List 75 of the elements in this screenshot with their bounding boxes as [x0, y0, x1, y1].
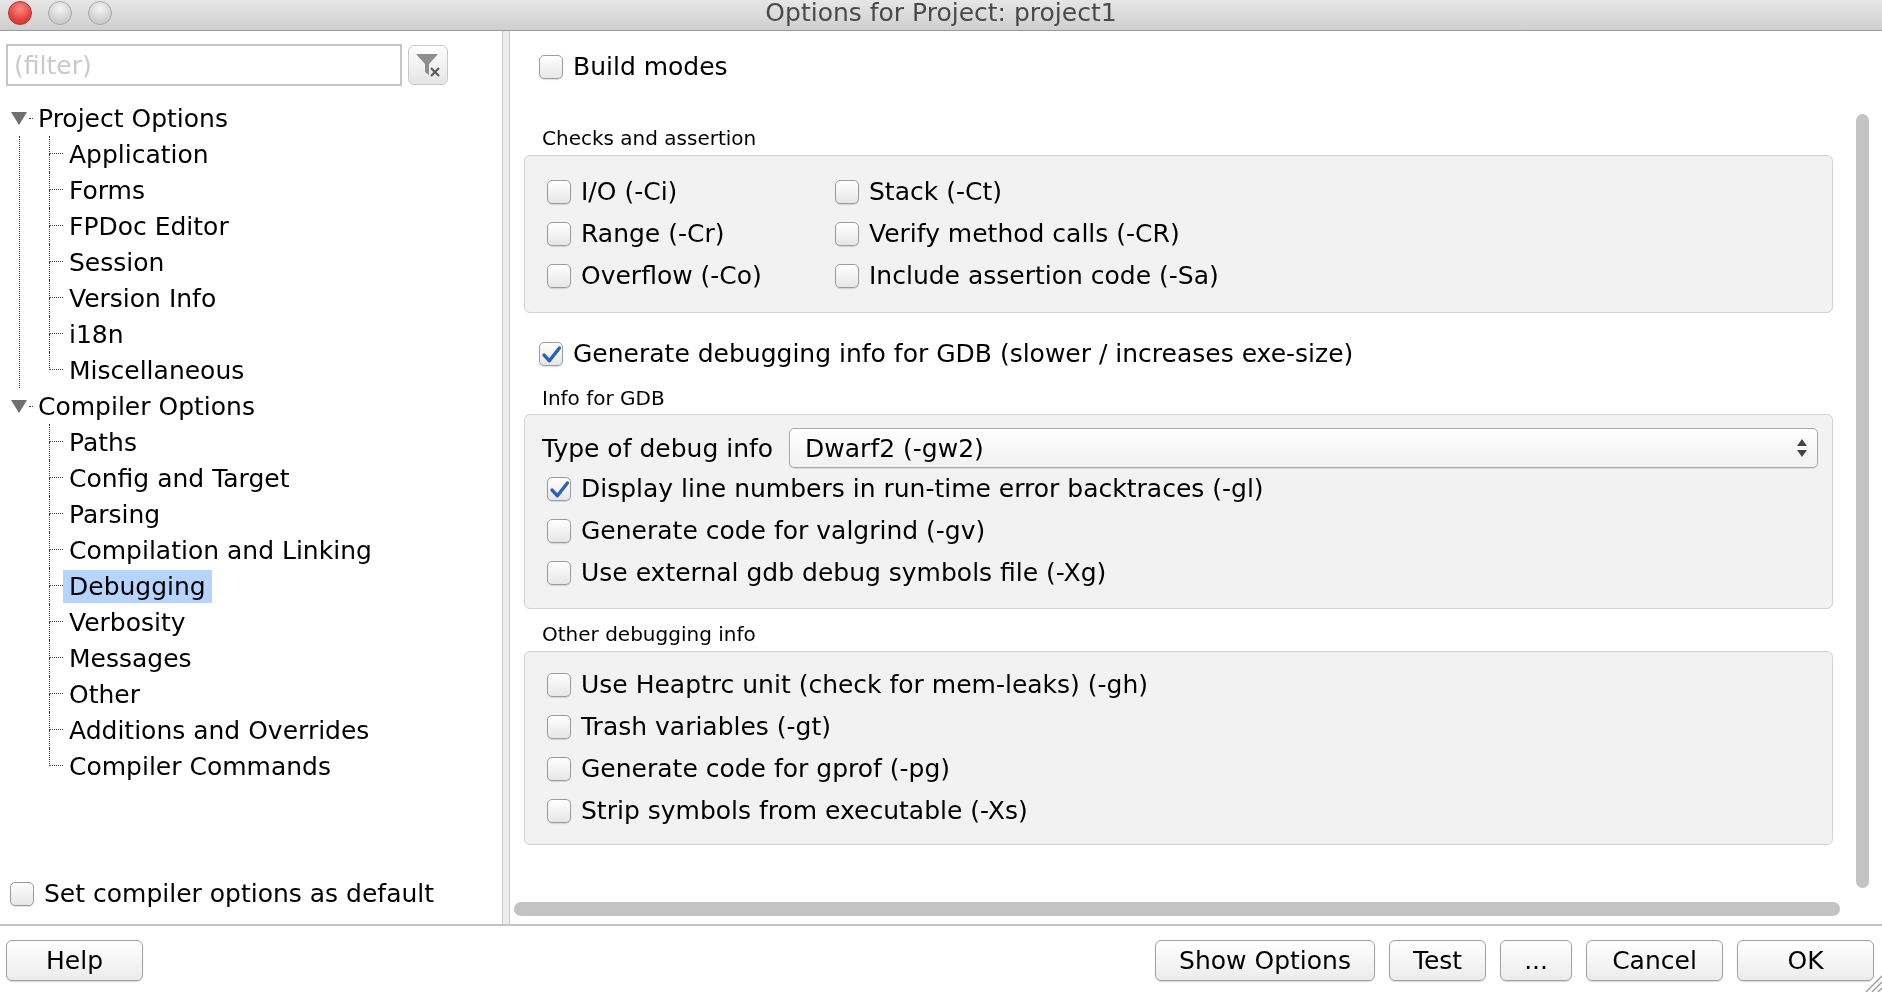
window-title: Options for Project: project1: [765, 0, 1117, 25]
dialog-button[interactable]: Show Options: [1155, 940, 1375, 981]
tree-item[interactable]: Verbosity: [63, 605, 192, 639]
minimize-button[interactable]: [48, 0, 72, 25]
checkbox-label: Stack (-Ct): [869, 177, 1002, 207]
tree-item[interactable]: Messages: [63, 641, 198, 675]
checkbox[interactable]: [547, 477, 571, 501]
disclosure-triangle-icon[interactable]: [11, 111, 27, 125]
checkbox-label: Set compiler options as default: [44, 879, 435, 909]
checkbox[interactable]: [539, 342, 563, 366]
checkbox[interactable]: [547, 519, 571, 543]
checkbox[interactable]: [547, 222, 571, 246]
checkbox[interactable]: [547, 673, 571, 697]
tree-item[interactable]: Config and Target: [63, 461, 296, 495]
checkbox-label: Display line numbers in run-time error backtraces (-gl): [581, 474, 1264, 504]
dialog-button[interactable]: Help: [6, 940, 143, 981]
checkbox-label: Strip symbols from executable (-Xs): [581, 796, 1028, 826]
tree-item[interactable]: Compilation and Linking: [63, 533, 378, 567]
horizontal-scrollbar-thumb[interactable]: [514, 902, 1840, 916]
tree-item[interactable]: Compiler Commands: [63, 749, 337, 783]
tree-item[interactable]: FPDoc Editor: [63, 209, 235, 243]
checkmark-icon: [541, 345, 561, 363]
checkbox[interactable]: [547, 264, 571, 288]
dialog-button[interactable]: OK: [1737, 940, 1874, 981]
updown-arrows-icon: [1797, 439, 1807, 457]
group-title: Info for GDB: [542, 386, 665, 410]
tree-item[interactable]: i18n: [63, 317, 130, 351]
checkbox[interactable]: [835, 264, 859, 288]
disclosure-triangle-icon[interactable]: [11, 399, 27, 413]
dialog-button[interactable]: Test: [1388, 940, 1487, 981]
clear-filter-button[interactable]: [408, 45, 448, 85]
tree-group-item[interactable]: Compiler Options: [33, 389, 260, 423]
dialog-button[interactable]: ...: [1500, 940, 1572, 981]
checkmark-icon: [549, 480, 569, 498]
tree-item[interactable]: Other: [63, 677, 146, 711]
checkbox[interactable]: [10, 882, 34, 906]
checkbox[interactable]: [547, 799, 571, 823]
checkbox[interactable]: [547, 561, 571, 585]
tree-item[interactable]: Miscellaneous: [63, 353, 251, 387]
tree-item[interactable]: Version Info: [63, 281, 223, 315]
dialog-button[interactable]: Cancel: [1586, 940, 1723, 981]
checkbox-label: Overflow (-Co): [581, 261, 762, 291]
tree-item[interactable]: Paths: [63, 425, 143, 459]
checkbox[interactable]: [835, 180, 859, 204]
group-title: Other debugging info: [542, 622, 756, 646]
tree-item[interactable]: Additions and Overrides: [63, 713, 376, 747]
close-button[interactable]: [8, 0, 32, 25]
tree-item[interactable]: Application: [63, 137, 215, 171]
field-label: Type of debug info: [542, 435, 774, 461]
checkbox[interactable]: [547, 180, 571, 204]
tree-group-item[interactable]: Project Options: [33, 101, 233, 135]
checkbox-label: Generate code for valgrind (-gv): [581, 516, 986, 546]
checkbox[interactable]: [547, 715, 571, 739]
checkbox-label: Trash variables (-gt): [581, 712, 832, 742]
checkbox-label: Generate code for gprof (-pg): [581, 754, 951, 784]
group-title: Checks and assertion: [542, 126, 757, 150]
dropdown[interactable]: Dwarf2 (-gw2): [789, 428, 1818, 468]
checkbox[interactable]: [547, 757, 571, 781]
tree-item[interactable]: Session: [63, 245, 171, 279]
checkbox-label: Range (-Cr): [581, 219, 725, 249]
vertical-scrollbar-thumb[interactable]: [1856, 114, 1869, 888]
checkbox-label: Use external gdb debug symbols file (-Xg): [581, 558, 1107, 588]
checkbox-label: Verify method calls (-CR): [869, 219, 1180, 249]
checkbox[interactable]: [835, 222, 859, 246]
checkbox-label: Generate debugging info for GDB (slower / increases exe-size): [573, 339, 1354, 369]
zoom-button[interactable]: [88, 0, 112, 25]
checkbox-label: Build modes: [573, 52, 728, 82]
checkbox[interactable]: [539, 55, 563, 79]
checkbox-label: Include assertion code (-Sa): [869, 261, 1219, 291]
tree-item[interactable]: Forms: [63, 173, 151, 207]
tree-item[interactable]: Parsing: [63, 497, 167, 531]
checkbox-label: I/O (-Ci): [581, 177, 678, 207]
funnel-icon: [415, 53, 441, 77]
tree-item[interactable]: Debugging: [63, 569, 212, 603]
checkbox-label: Use Heaptrc unit (check for mem-leaks) (-gh): [581, 670, 1149, 700]
